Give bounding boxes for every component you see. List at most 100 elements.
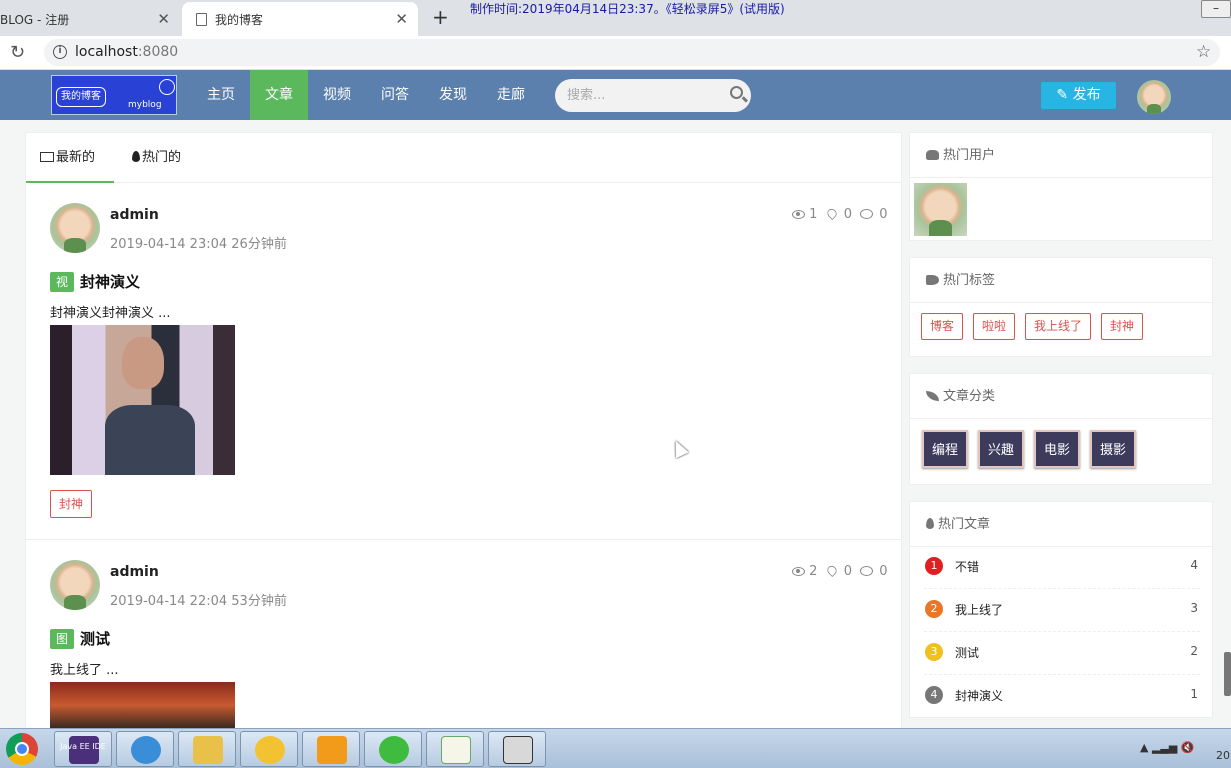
bookmark-star-icon[interactable]: ☆ (1196, 42, 1211, 62)
hot-article-count: 3 (1190, 601, 1198, 615)
tab-latest[interactable]: 最新的 (26, 133, 114, 183)
author-avatar[interactable] (50, 203, 100, 253)
publish-button[interactable]: ✎ 发布 (1041, 82, 1116, 109)
explorer-taskbar-button[interactable] (178, 731, 236, 767)
url-field[interactable]: i localhost:8080 (44, 39, 1220, 66)
hot-article-item[interactable]: 4 封神演义 1 (924, 675, 1200, 718)
panel-header: 热门文章 (910, 502, 1212, 547)
nav-item-corridor[interactable]: 走廊 (482, 70, 540, 120)
hot-article-count: 1 (1190, 687, 1198, 701)
java-ide-label: Java EE IDE (60, 742, 106, 751)
nav-item-home[interactable]: 主页 (192, 70, 250, 120)
post-stats: 2 0 0 (792, 563, 888, 579)
reload-icon[interactable]: ↻ (10, 42, 25, 63)
users-icon (926, 150, 939, 160)
chrome-taskbar-icon[interactable] (6, 733, 38, 765)
volume-mute-icon[interactable]: 🔇 (1181, 741, 1195, 754)
browser-tab-blog[interactable]: 我的博客 ✕ (182, 2, 418, 36)
rank-badge: 2 (925, 600, 943, 618)
panel-header: 文章分类 (910, 374, 1212, 419)
editor-taskbar-button[interactable] (426, 731, 484, 767)
panel-title: 热门文章 (938, 517, 991, 532)
heart-icon[interactable] (825, 206, 839, 221)
categories-panel: 文章分类 编程 兴趣 电影 摄影 (909, 373, 1213, 485)
user-avatar[interactable] (1137, 80, 1171, 114)
hot-article-item[interactable]: 3 测试 2 (924, 632, 1200, 675)
post-title[interactable]: 视封神演义 (50, 271, 140, 292)
post-title[interactable]: 图测试 (50, 628, 110, 649)
article-list-panel: 最新的 热门的 admin 2019-04-14 23:04 26分钟前 1 0… (25, 132, 902, 732)
info-icon[interactable]: i (53, 45, 67, 59)
hot-article-item[interactable]: 2 我上线了 3 (924, 589, 1200, 632)
post-thumbnail[interactable] (50, 325, 235, 475)
post-thumbnail[interactable] (50, 682, 235, 728)
category-button[interactable]: 兴趣 (978, 430, 1025, 468)
author-avatar[interactable] (50, 560, 100, 610)
new-tab-button[interactable]: + (432, 5, 449, 29)
recorder-taskbar-button[interactable] (488, 731, 546, 767)
view-count: 2 (809, 564, 818, 579)
sidebar-tag[interactable]: 博客 (921, 313, 964, 340)
tab-title: 我的博客 (215, 12, 264, 27)
hot-article-item[interactable]: 1 不错 4 (924, 546, 1200, 589)
sidebar-tag[interactable]: 我上线了 (1025, 313, 1092, 340)
panel-title: 文章分类 (943, 389, 996, 404)
site-logo[interactable]: 我的博客 myblog (51, 75, 177, 115)
show-hidden-icon[interactable]: ▲ (1140, 741, 1148, 754)
post-divider (26, 539, 901, 540)
post-excerpt: 封神演义封神演义 ... (50, 306, 171, 321)
clock[interactable]: 20 (1216, 749, 1230, 762)
article-tabs: 最新的 热门的 (26, 133, 901, 183)
tags-icon (926, 275, 939, 285)
network-icon[interactable]: ▂▃▅ (1152, 741, 1177, 754)
search-icon[interactable] (730, 86, 743, 99)
app-taskbar-button[interactable] (116, 731, 174, 767)
post-excerpt: 我上线了 ... (50, 663, 119, 678)
scrollbar-thumb[interactable] (1224, 652, 1231, 696)
comment-count: 0 (879, 207, 888, 222)
java-ide-taskbar-button[interactable]: Java EE IDE (54, 731, 112, 767)
app-taskbar-button[interactable] (240, 731, 298, 767)
nav-item-articles[interactable]: 文章 (250, 70, 308, 120)
post-title-text: 封神演义 (80, 273, 141, 291)
video-taskbar-button[interactable] (302, 731, 360, 767)
post-author[interactable]: admin (110, 564, 159, 580)
logo-circle-icon (159, 79, 175, 95)
fire-icon (132, 151, 140, 162)
sidebar-tag[interactable]: 封神 (1101, 313, 1144, 340)
category-button[interactable]: 编程 (922, 430, 969, 468)
post-tag[interactable]: 封神 (50, 490, 93, 518)
hot-user-avatar[interactable] (914, 183, 967, 236)
nav-item-videos[interactable]: 视频 (308, 70, 366, 120)
comment-icon[interactable] (860, 566, 874, 576)
list-icon (40, 152, 54, 162)
close-tab-icon[interactable]: ✕ (157, 10, 170, 28)
nav-item-qa[interactable]: 问答 (366, 70, 424, 120)
nav-item-discover[interactable]: 发现 (424, 70, 482, 120)
panel-title: 热门标签 (943, 273, 996, 288)
post-author[interactable]: admin (110, 207, 159, 223)
heart-icon[interactable] (825, 563, 839, 578)
minimize-button[interactable]: – (1201, 0, 1231, 18)
panel-header: 热门用户 (910, 133, 1212, 178)
category-button[interactable]: 电影 (1034, 430, 1081, 468)
browser-tab-register[interactable]: BLOG - 注册 ✕ (0, 2, 180, 36)
post-time: 2019-04-14 22:04 53分钟前 (110, 594, 287, 609)
os-taskbar: Java EE IDE ▲ ▂▃▅ 🔇 20 (0, 728, 1231, 768)
recorder-icon (503, 736, 533, 764)
wechat-taskbar-button[interactable] (364, 731, 422, 767)
wechat-icon (379, 736, 409, 764)
panel-title: 热门用户 (943, 148, 996, 163)
page-icon (196, 12, 207, 26)
search-input[interactable] (555, 79, 751, 112)
tab-label: 最新的 (56, 150, 96, 165)
comment-icon[interactable] (860, 209, 874, 219)
notepad-icon (441, 736, 471, 764)
eye-icon (792, 567, 805, 576)
close-tab-icon[interactable]: ✕ (395, 10, 408, 28)
category-button[interactable]: 摄影 (1090, 430, 1137, 468)
sidebar-tag[interactable]: 啦啦 (973, 313, 1016, 340)
tab-hot[interactable]: 热门的 (132, 133, 181, 183)
hot-article-title: 测试 (955, 646, 980, 660)
globe-icon (131, 736, 161, 764)
